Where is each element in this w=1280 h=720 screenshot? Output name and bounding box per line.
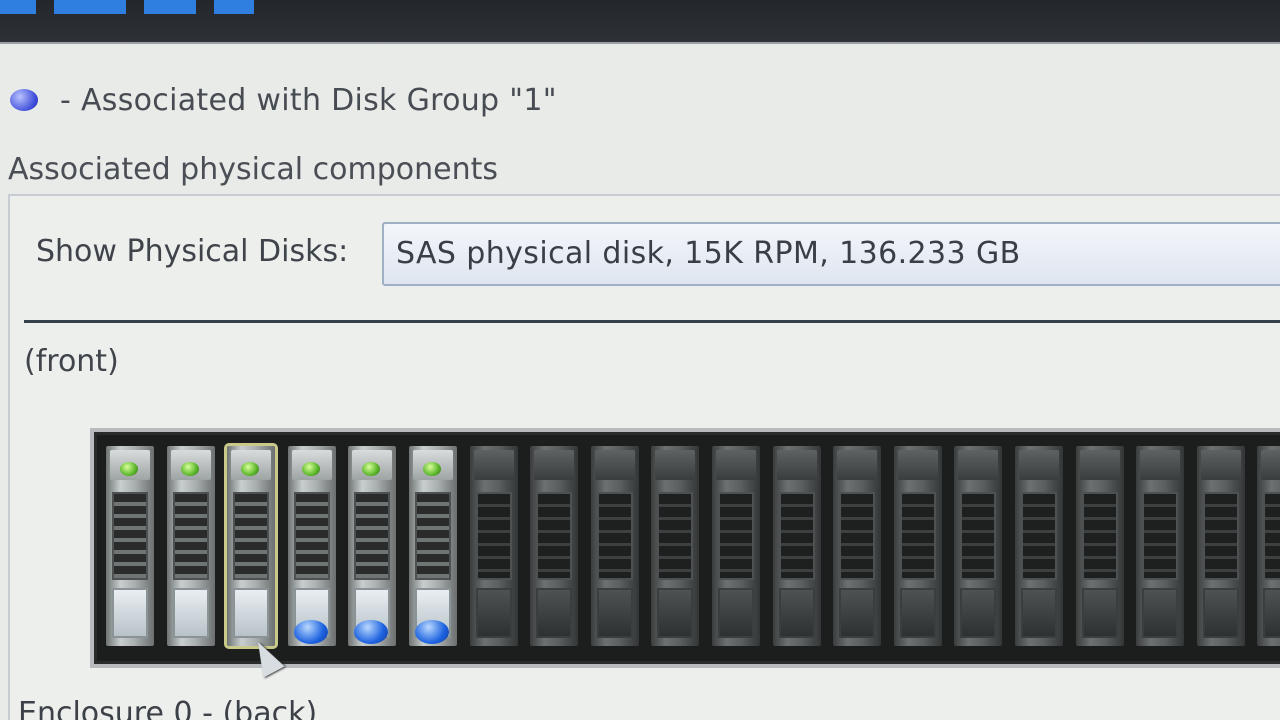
drive-grill <box>475 492 512 580</box>
drive-tray <box>1081 588 1118 638</box>
drive-grill <box>354 492 391 580</box>
physical-disk-slot[interactable] <box>287 446 336 646</box>
status-led-icon <box>301 462 320 476</box>
drive-grill <box>778 492 815 580</box>
empty-drive-slot[interactable] <box>833 446 882 646</box>
drive-tray <box>899 588 936 638</box>
status-led-icon <box>180 462 199 476</box>
empty-drive-slot[interactable] <box>651 446 700 646</box>
section-title: Associated physical components <box>8 152 499 187</box>
drive-bezel <box>776 450 817 480</box>
drive-tray <box>1263 588 1280 638</box>
drive-bezel <box>1140 450 1181 480</box>
drive-grill <box>1081 492 1118 580</box>
empty-drive-slot[interactable] <box>1196 446 1245 646</box>
empty-drive-slot[interactable] <box>1136 446 1185 646</box>
drive-grill <box>596 492 633 580</box>
drive-grill <box>657 492 694 580</box>
legend-text: - Associated with Disk Group "1" <box>60 82 557 118</box>
drive-grill <box>1142 492 1179 580</box>
physical-disk-slot[interactable] <box>348 446 397 646</box>
front-label: (front) <box>24 344 119 379</box>
drive-grill <box>718 492 754 580</box>
status-led-icon <box>120 462 138 476</box>
divider <box>24 320 1280 323</box>
drive-grill <box>293 492 330 580</box>
drive-grill <box>1202 492 1239 580</box>
physical-disk-slot[interactable] <box>224 443 279 649</box>
empty-drive-slot[interactable] <box>712 446 760 646</box>
disk-group-dot-icon <box>293 620 328 644</box>
drive-bezel <box>1200 450 1241 480</box>
drive-bezel <box>837 450 878 480</box>
drive-bezel <box>1261 450 1280 480</box>
drive-tray <box>172 588 209 638</box>
empty-drive-slot[interactable] <box>530 446 579 646</box>
empty-drive-slot[interactable] <box>893 446 942 646</box>
empty-drive-slot[interactable] <box>469 446 518 646</box>
drive-tray <box>1021 588 1057 638</box>
enclosure-front-view <box>90 428 1280 668</box>
drive-grill <box>112 492 148 580</box>
empty-drive-slot[interactable] <box>772 446 821 646</box>
drive-bezel <box>1079 450 1120 480</box>
physical-disk-slot[interactable] <box>166 446 215 646</box>
drive-bezel <box>655 450 696 480</box>
drive-tray <box>1202 588 1239 638</box>
drive-grill <box>899 492 936 580</box>
status-led-icon <box>423 462 441 476</box>
disk-group-dot-icon <box>354 620 389 644</box>
drive-bezel <box>473 450 514 480</box>
physical-disk-slot[interactable] <box>106 446 154 646</box>
drive-tray <box>718 588 754 638</box>
drive-tray <box>112 588 148 638</box>
blue-disk-dot-icon <box>10 89 38 111</box>
drive-grill <box>415 492 451 580</box>
drive-grill <box>233 492 270 580</box>
drive-tray <box>475 588 512 638</box>
brand-logo <box>0 0 254 14</box>
drive-tray <box>1142 588 1179 638</box>
empty-drive-slot[interactable] <box>590 446 639 646</box>
empty-drive-slot[interactable] <box>1015 446 1063 646</box>
drive-bezel <box>716 450 756 480</box>
disk-group-dot-icon <box>415 620 449 644</box>
drive-bezel <box>1019 450 1059 480</box>
drive-tray <box>960 588 997 638</box>
drive-tray <box>233 588 270 638</box>
drive-tray <box>839 588 876 638</box>
drive-grill <box>839 492 876 580</box>
drive-tray <box>778 588 815 638</box>
drive-tray <box>536 588 573 638</box>
drive-bezel <box>594 450 635 480</box>
drive-grill <box>1021 492 1057 580</box>
drive-bezel <box>958 450 999 480</box>
drive-grill <box>536 492 573 580</box>
top-banner <box>0 0 1280 44</box>
drive-tray <box>657 588 694 638</box>
physical-disk-select[interactable]: SAS physical disk, 15K RPM, 136.233 GB <box>382 222 1280 286</box>
drive-grill <box>172 492 209 580</box>
empty-drive-slot[interactable] <box>954 446 1003 646</box>
physical-disk-slot[interactable] <box>409 446 457 646</box>
empty-drive-slot[interactable] <box>1257 446 1280 646</box>
drive-grill <box>1263 492 1280 580</box>
empty-drive-slot[interactable] <box>1075 446 1124 646</box>
legend-row: - Associated with Disk Group "1" <box>10 80 557 120</box>
drive-tray <box>596 588 633 638</box>
drive-bezel <box>534 450 575 480</box>
drive-bezel <box>897 450 938 480</box>
enclosure-back-label: Enclosure 0 - (back) <box>18 696 318 720</box>
show-physical-disks-label: Show Physical Disks: <box>36 234 349 269</box>
drive-grill <box>960 492 997 580</box>
